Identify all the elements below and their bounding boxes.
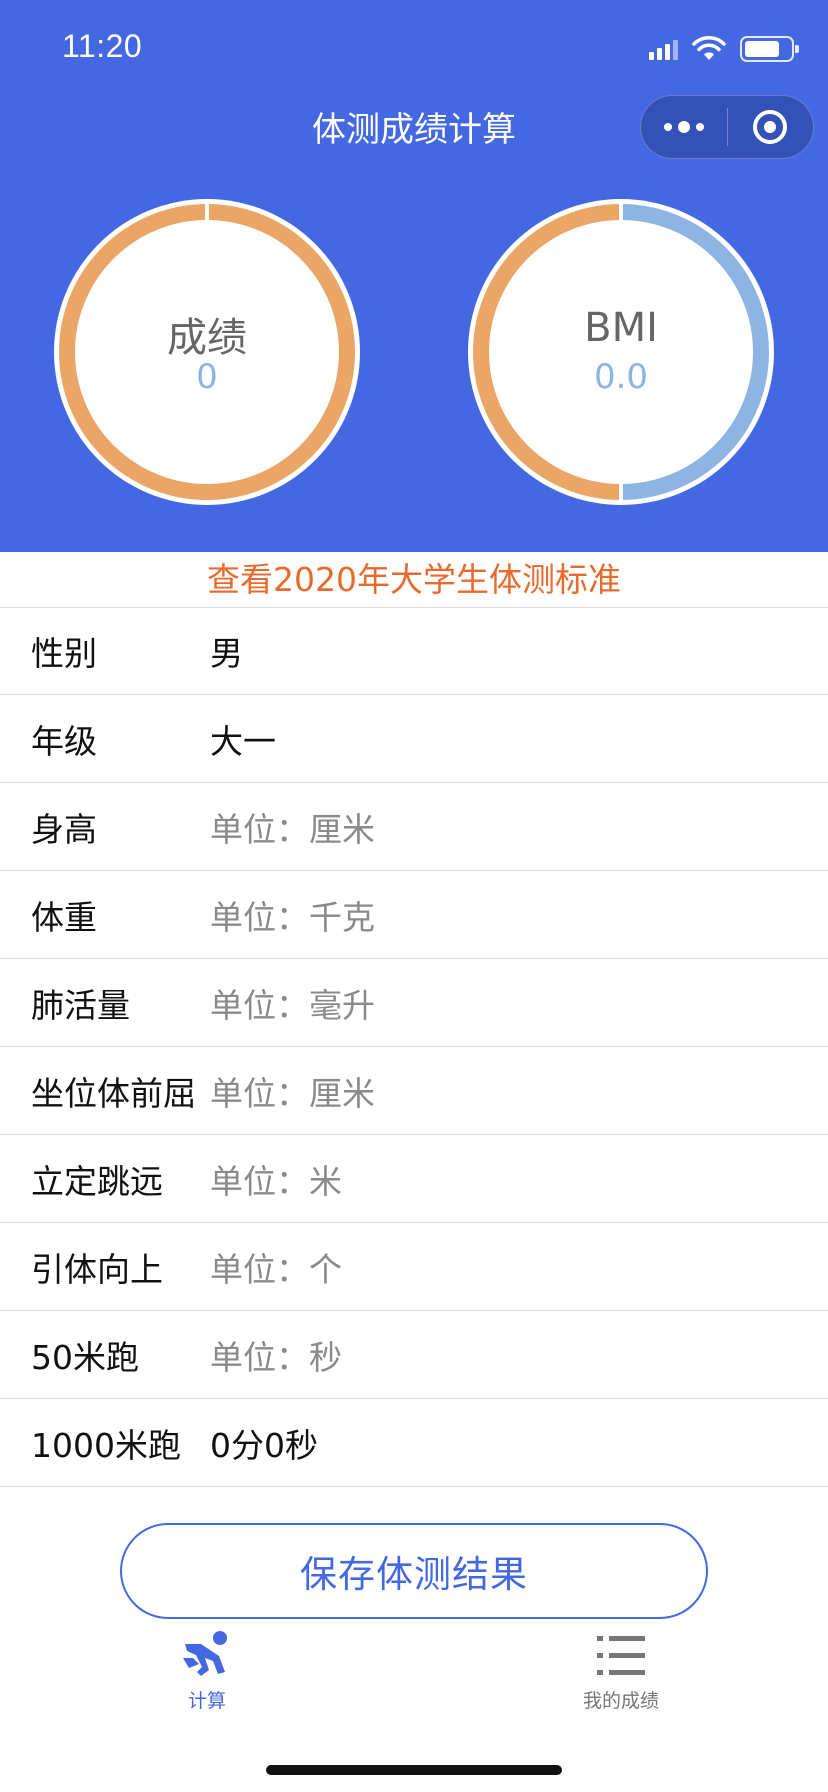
wifi-icon [692,36,726,60]
tab-my-scores-label: 我的成绩 [582,1690,659,1712]
long-jump-input[interactable]: 单位：米 [210,1155,342,1203]
bmi-ring [468,199,774,505]
grade-label: 年级 [31,721,97,761]
form-row-sit-and-reach[interactable]: 坐位体前屈 单位：厘米 [0,1047,828,1135]
form-row-vital-capacity[interactable]: 肺活量 单位：毫升 [0,959,828,1047]
run-50m-label: 50米跑 [31,1337,139,1377]
form-row-1000m[interactable]: 1000米跑 0分0秒 [0,1399,828,1487]
battery-icon [740,36,799,62]
fitness-standard-link[interactable]: 查看2020年大学生体测标准 [0,552,828,608]
score-gauge: 成绩 0 [52,197,362,507]
close-button[interactable] [728,96,814,158]
vital-capacity-label: 肺活量 [31,985,130,1025]
score-label: 成绩 [167,315,247,361]
form-row-gender[interactable]: 性别 男 [0,607,828,695]
form-row-long-jump[interactable]: 立定跳远 单位：米 [0,1135,828,1223]
gender-picker[interactable]: 男 [210,627,243,675]
status-icons [649,34,799,64]
form-row-grade[interactable]: 年级 大一 [0,695,828,783]
bmi-label: BMI [584,305,658,351]
grade-picker[interactable]: 大一 [210,715,276,763]
running-person-icon [183,1631,227,1676]
header: 11:20 体测成绩计算 成绩 0 BMI 0.0 [0,0,828,552]
pull-up-label: 引体向上 [31,1249,163,1289]
tab-calculate-label: 计算 [187,1690,226,1712]
more-dot-icon [663,123,672,131]
run-1000m-label: 1000米跑 [31,1425,181,1465]
mini-program-capsule [640,95,814,159]
form-row-weight[interactable]: 体重 单位：千克 [0,871,828,959]
status-time: 11:20 [62,28,143,64]
vital-capacity-input[interactable]: 单位：毫升 [210,979,375,1027]
form-row-pull-up[interactable]: 引体向上 单位：个 [0,1223,828,1311]
bmi-gauge: BMI 0.0 [466,197,776,507]
run-1000m-picker[interactable]: 0分0秒 [210,1419,318,1467]
weight-input[interactable]: 单位：千克 [210,891,375,939]
signal-icon [649,38,678,60]
home-indicator [266,1765,562,1775]
height-label: 身高 [31,809,97,849]
form-row-height[interactable]: 身高 单位：厘米 [0,783,828,871]
gender-label: 性别 [31,633,97,673]
bmi-value: 0.0 [593,357,649,397]
tab-my-scores[interactable]: 我的成绩 [541,1628,701,1713]
form-row-50m[interactable]: 50米跑 单位：秒 [0,1311,828,1399]
height-input[interactable]: 单位：厘米 [210,803,375,851]
target-icon [753,110,788,144]
fitness-form: 性别 男 年级 大一 身高 单位：厘米 体重 单位：千克 肺活量 单位：毫升 坐… [0,607,828,1487]
more-dot-icon [695,123,704,131]
score-value: 0 [196,357,218,397]
sit-and-reach-label: 坐位体前屈 [31,1073,196,1113]
tab-calculate[interactable]: 计算 [127,1628,287,1713]
run-50m-input[interactable]: 单位：秒 [210,1331,342,1379]
long-jump-label: 立定跳远 [31,1161,163,1201]
more-button[interactable] [641,96,727,158]
pull-up-input[interactable]: 单位：个 [210,1243,342,1291]
weight-label: 体重 [31,897,97,937]
sit-and-reach-input[interactable]: 单位：厘米 [210,1067,375,1115]
save-result-button[interactable]: 保存体测结果 [120,1523,708,1619]
more-dot-icon [677,121,690,133]
list-icon [597,1636,645,1675]
